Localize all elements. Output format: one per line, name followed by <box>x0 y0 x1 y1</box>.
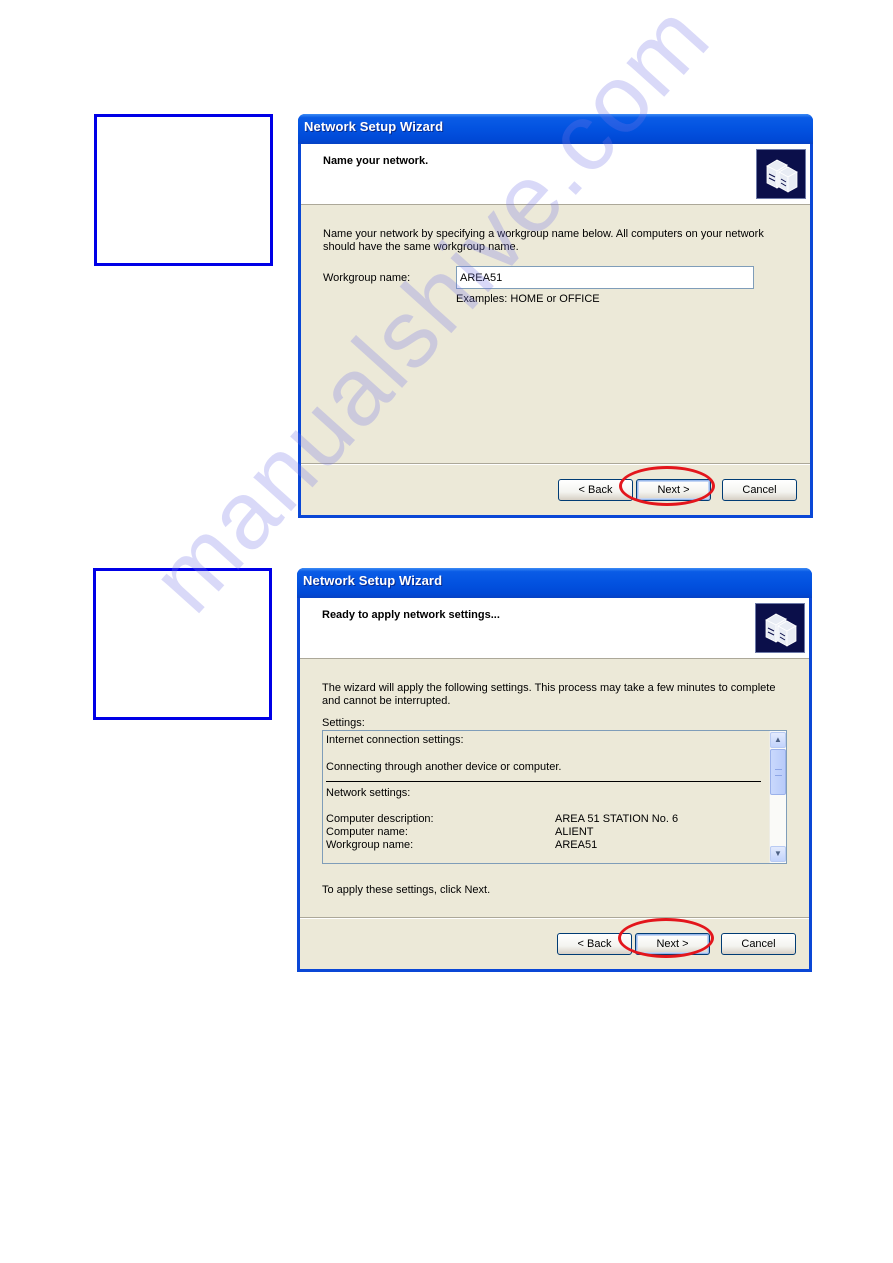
next-button[interactable]: Next > <box>635 933 710 955</box>
description-line-2: should have the same workgroup name. <box>323 241 519 253</box>
chevron-up-icon: ▲ <box>774 735 782 744</box>
scroll-thumb[interactable] <box>770 749 786 795</box>
internet-settings-heading: Internet connection settings: <box>326 734 464 746</box>
cancel-button[interactable]: Cancel <box>721 933 796 955</box>
workgroup-name-value: AREA51 <box>555 839 598 851</box>
wizard-header: Name your network. <box>301 144 810 205</box>
chevron-down-icon: ▼ <box>774 849 782 858</box>
page-title: Ready to apply network settings... <box>322 609 500 621</box>
internet-settings-value: Connecting through another device or com… <box>326 761 562 773</box>
grip-icon <box>775 769 782 776</box>
workgroup-name-input[interactable] <box>456 266 754 289</box>
workgroup-name-hint: Examples: HOME or OFFICE <box>456 293 600 305</box>
footer-separator <box>300 917 809 919</box>
network-settings-heading: Network settings: <box>326 787 411 799</box>
network-computers-icon <box>755 603 805 653</box>
back-button[interactable]: < Back <box>557 933 632 955</box>
page-title: Name your network. <box>323 155 429 167</box>
window-title: Network Setup Wizard <box>298 114 813 144</box>
scroll-up-button[interactable]: ▲ <box>770 732 786 748</box>
annotation-box-1 <box>94 114 273 266</box>
scroll-down-button[interactable]: ▼ <box>770 846 786 862</box>
footer-separator <box>301 463 810 465</box>
back-button[interactable]: < Back <box>558 479 633 501</box>
settings-divider <box>326 781 761 782</box>
workgroup-name-label: Workgroup name: <box>323 272 411 284</box>
description-line-1: The wizard will apply the following sett… <box>322 682 776 694</box>
settings-list[interactable]: Internet connection settings: Connecting… <box>322 730 787 864</box>
description-line-2: and cannot be interrupted. <box>322 695 451 707</box>
wizard-header: Ready to apply network settings... <box>300 598 809 659</box>
next-button[interactable]: Next > <box>636 479 711 501</box>
network-computers-icon <box>756 149 806 199</box>
computer-name-label: Computer name: <box>326 826 408 838</box>
wizard-client-area: Ready to apply network settings... The w… <box>300 598 809 969</box>
cancel-button[interactable]: Cancel <box>722 479 797 501</box>
apply-instruction: To apply these settings, click Next. <box>322 884 491 896</box>
computer-name-value: ALIENT <box>555 826 594 838</box>
wizard-client-area: Name your network. Name your network by … <box>301 144 810 515</box>
annotation-box-2 <box>93 568 272 720</box>
network-setup-wizard-apply-settings: Network Setup Wizard Ready to apply netw… <box>297 568 812 972</box>
network-setup-wizard-name-network: Network Setup Wizard Name your network. <box>298 114 813 518</box>
workgroup-name-label: Workgroup name: <box>326 839 414 851</box>
settings-scrollbar[interactable]: ▲ ▼ <box>769 731 786 863</box>
window-title: Network Setup Wizard <box>297 568 812 598</box>
settings-label: Settings: <box>322 717 365 729</box>
computer-description-label: Computer description: <box>326 813 434 825</box>
computer-description-value: AREA 51 STATION No. 6 <box>555 813 679 825</box>
description-line-1: Name your network by specifying a workgr… <box>323 228 764 240</box>
